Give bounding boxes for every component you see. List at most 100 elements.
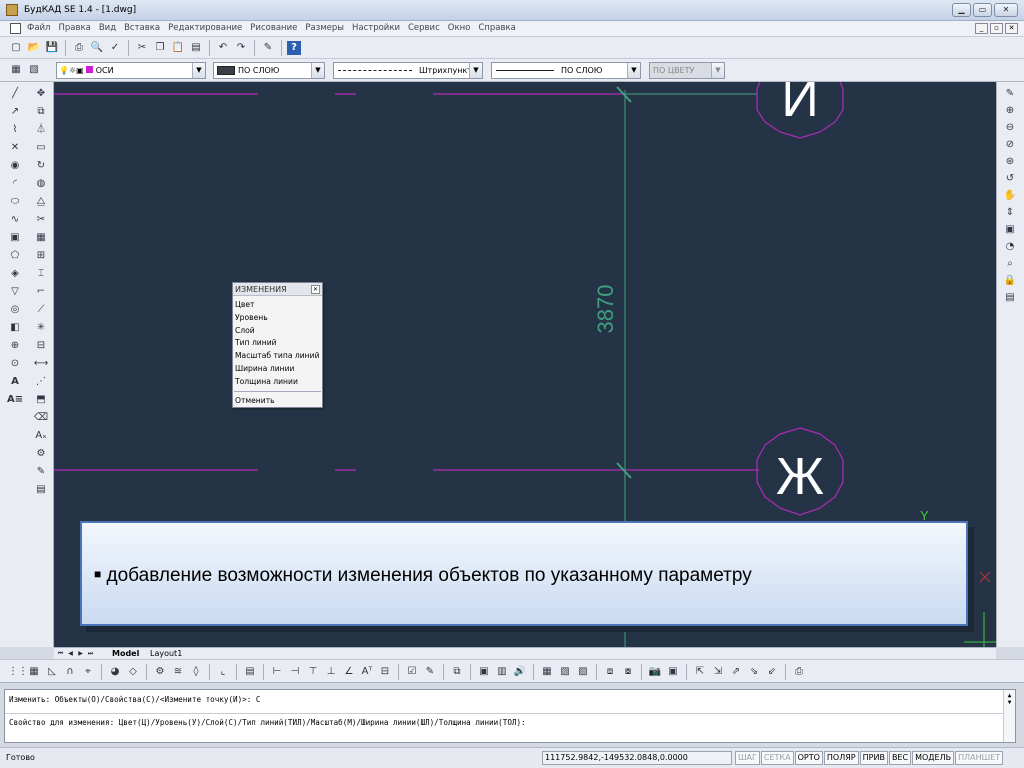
menu-settings[interactable]: Настройки [352, 23, 400, 33]
hatch-icon[interactable]: ▽ [7, 284, 23, 300]
scroll-down-icon[interactable]: ▼ [1004, 699, 1015, 706]
arc-icon[interactable]: ◜ [7, 176, 23, 192]
menu-item-line-width[interactable]: Ширина линии [233, 363, 322, 376]
close-icon[interactable]: ✕ [311, 285, 320, 294]
settings-icon[interactable]: ⚙ [152, 664, 168, 680]
print-icon[interactable]: ⎙ [71, 40, 87, 56]
pencil-icon[interactable]: ✎ [33, 464, 49, 480]
brush-icon[interactable]: ✎ [260, 40, 276, 56]
save-icon[interactable]: 💾 [44, 40, 60, 56]
zoom-out-icon[interactable]: ⊖ [1002, 120, 1018, 136]
spellcheck-icon[interactable]: ✓ [107, 40, 123, 56]
menu-modify[interactable]: Редактирование [168, 23, 242, 33]
camera-icon[interactable]: 📷 [647, 664, 663, 680]
menu-insert[interactable]: Вставка [124, 23, 160, 33]
zoom-window-icon[interactable]: ⊘ [1002, 137, 1018, 153]
copy-object-icon[interactable]: ⧉ [33, 104, 49, 120]
layer-manager-icon[interactable]: ▤ [242, 664, 258, 680]
tab-layout1[interactable]: Layout1 [150, 649, 182, 658]
block-icon[interactable]: ⊕ [7, 338, 23, 354]
first-tab-icon[interactable]: ⏮ [56, 649, 65, 658]
viewports-icon[interactable]: ▣ [1002, 222, 1018, 238]
menu-help[interactable]: Справка [478, 23, 515, 33]
mode-tablet[interactable]: ПЛАНШЕТ [955, 751, 1004, 765]
fillet-icon[interactable]: ⟋ [33, 302, 49, 318]
linetype-combo[interactable]: Штрихпунктирная ▼ [333, 62, 483, 79]
orbit-icon[interactable]: ◔ [1002, 239, 1018, 255]
lock-icon[interactable]: 🔒 [1002, 273, 1018, 289]
scroll-up-icon[interactable]: ▲ [1004, 692, 1015, 699]
named-views-icon[interactable]: ⇕ [1002, 205, 1018, 221]
raster-frame-icon[interactable]: ▨ [575, 664, 591, 680]
document-icon[interactable] [10, 23, 21, 34]
xref-clip-icon[interactable]: ⧇ [620, 664, 636, 680]
redo-icon[interactable]: ↷ [233, 40, 249, 56]
brush-icon[interactable]: ✎ [422, 664, 438, 680]
solid-icon[interactable]: ◧ [7, 320, 23, 336]
layer-states-icon[interactable]: ▧ [26, 62, 42, 78]
mode-polar[interactable]: ПОЛЯР [823, 751, 859, 765]
new-file-icon[interactable]: ▢ [8, 40, 24, 56]
donut-icon[interactable]: ◎ [7, 302, 23, 318]
divide-icon[interactable]: ⋰ [33, 374, 49, 390]
osnap-icon[interactable]: ⌖ [80, 664, 96, 680]
pan-icon[interactable]: ✋ [1002, 188, 1018, 204]
paste-icon[interactable]: 📋 [170, 40, 186, 56]
select-quick-icon[interactable]: ⇙ [764, 664, 780, 680]
select-filter-icon[interactable]: ⇘ [746, 664, 762, 680]
explode-icon[interactable]: ✳ [33, 320, 49, 336]
mode-grid[interactable]: СЕТКА [760, 751, 794, 765]
layer-tools-icon[interactable]: ≋ [170, 664, 186, 680]
mode-lineweight[interactable]: ВЕС [888, 751, 912, 765]
menu-item-linetype[interactable]: Тип линий [233, 337, 322, 350]
chevron-down-icon[interactable]: ▼ [469, 63, 482, 78]
polyline-icon[interactable]: ⌇ [7, 122, 23, 138]
dim-linear-icon[interactable]: ⊢ [269, 664, 285, 680]
mirror-icon[interactable]: ⏃ [33, 122, 49, 138]
match-properties-icon[interactable]: ▤ [188, 40, 204, 56]
doc-minimize-button[interactable]: _ [975, 23, 988, 34]
region-icon[interactable]: ◈ [7, 266, 23, 282]
menu-item-level[interactable]: Уровень [233, 312, 322, 325]
layout-icon[interactable]: ▤ [1002, 290, 1018, 306]
menu-edit[interactable]: Правка [58, 23, 90, 33]
xref-icon[interactable]: ⧈ [602, 664, 618, 680]
polygon-icon[interactable]: ⬠ [7, 248, 23, 264]
maximize-button[interactable]: ▭ [973, 3, 992, 17]
menu-window[interactable]: Окно [448, 23, 471, 33]
zoom-previous-icon[interactable]: ↺ [1002, 171, 1018, 187]
image-icon[interactable]: ▣ [476, 664, 492, 680]
stretch-icon[interactable]: ⧋ [33, 194, 49, 210]
dim-style-icon[interactable]: ⊟ [377, 664, 393, 680]
trim-icon[interactable]: ✂ [33, 212, 49, 228]
command-line[interactable]: Изменить: Объекты(О)/Свойства(С)/<Измени… [4, 689, 1016, 743]
color-wheel-icon[interactable]: ◕ [107, 664, 123, 680]
command-scrollbar[interactable]: ▲ ▼ [1003, 690, 1015, 742]
minimize-button[interactable]: ▁ [952, 3, 971, 17]
mode-osnap[interactable]: ПРИВ [859, 751, 888, 765]
menu-dimension[interactable]: Размеры [305, 23, 344, 33]
spline-icon[interactable]: ∿ [7, 212, 23, 228]
lineweight-combo[interactable]: ПО СЛОЮ ▼ [491, 62, 641, 79]
undo-icon[interactable]: ↶ [215, 40, 231, 56]
next-tab-icon[interactable]: ▶ [76, 649, 85, 658]
rotate-icon[interactable]: ↻ [33, 158, 49, 174]
tab-model[interactable]: Model [112, 649, 139, 658]
menu-item-cancel[interactable]: Отменить [233, 395, 322, 408]
sound-icon[interactable]: 🔊 [512, 664, 528, 680]
menu-view[interactable]: Вид [99, 23, 116, 33]
mode-snap[interactable]: ШАГ [735, 751, 760, 765]
chevron-down-icon[interactable]: ▼ [627, 63, 640, 78]
print-preview-icon[interactable]: 🔍 [89, 40, 105, 56]
insert-block-icon[interactable]: ⧉ [449, 664, 465, 680]
boundary-icon[interactable]: ⬒ [33, 392, 49, 408]
select-cross-icon[interactable]: ⇗ [728, 664, 744, 680]
mtext-icon[interactable]: A≡ [7, 392, 23, 408]
rectangle-icon[interactable]: ▣ [7, 230, 23, 246]
last-tab-icon[interactable]: ⏭ [86, 649, 95, 658]
dim-ordinate-icon[interactable]: ⊤ [305, 664, 321, 680]
ray-icon[interactable]: ↗ [7, 104, 23, 120]
mode-model[interactable]: МОДЕЛЬ [912, 751, 955, 765]
grid-icon[interactable]: ▦ [26, 664, 42, 680]
dim-text-icon[interactable]: Aᵀ [359, 664, 375, 680]
